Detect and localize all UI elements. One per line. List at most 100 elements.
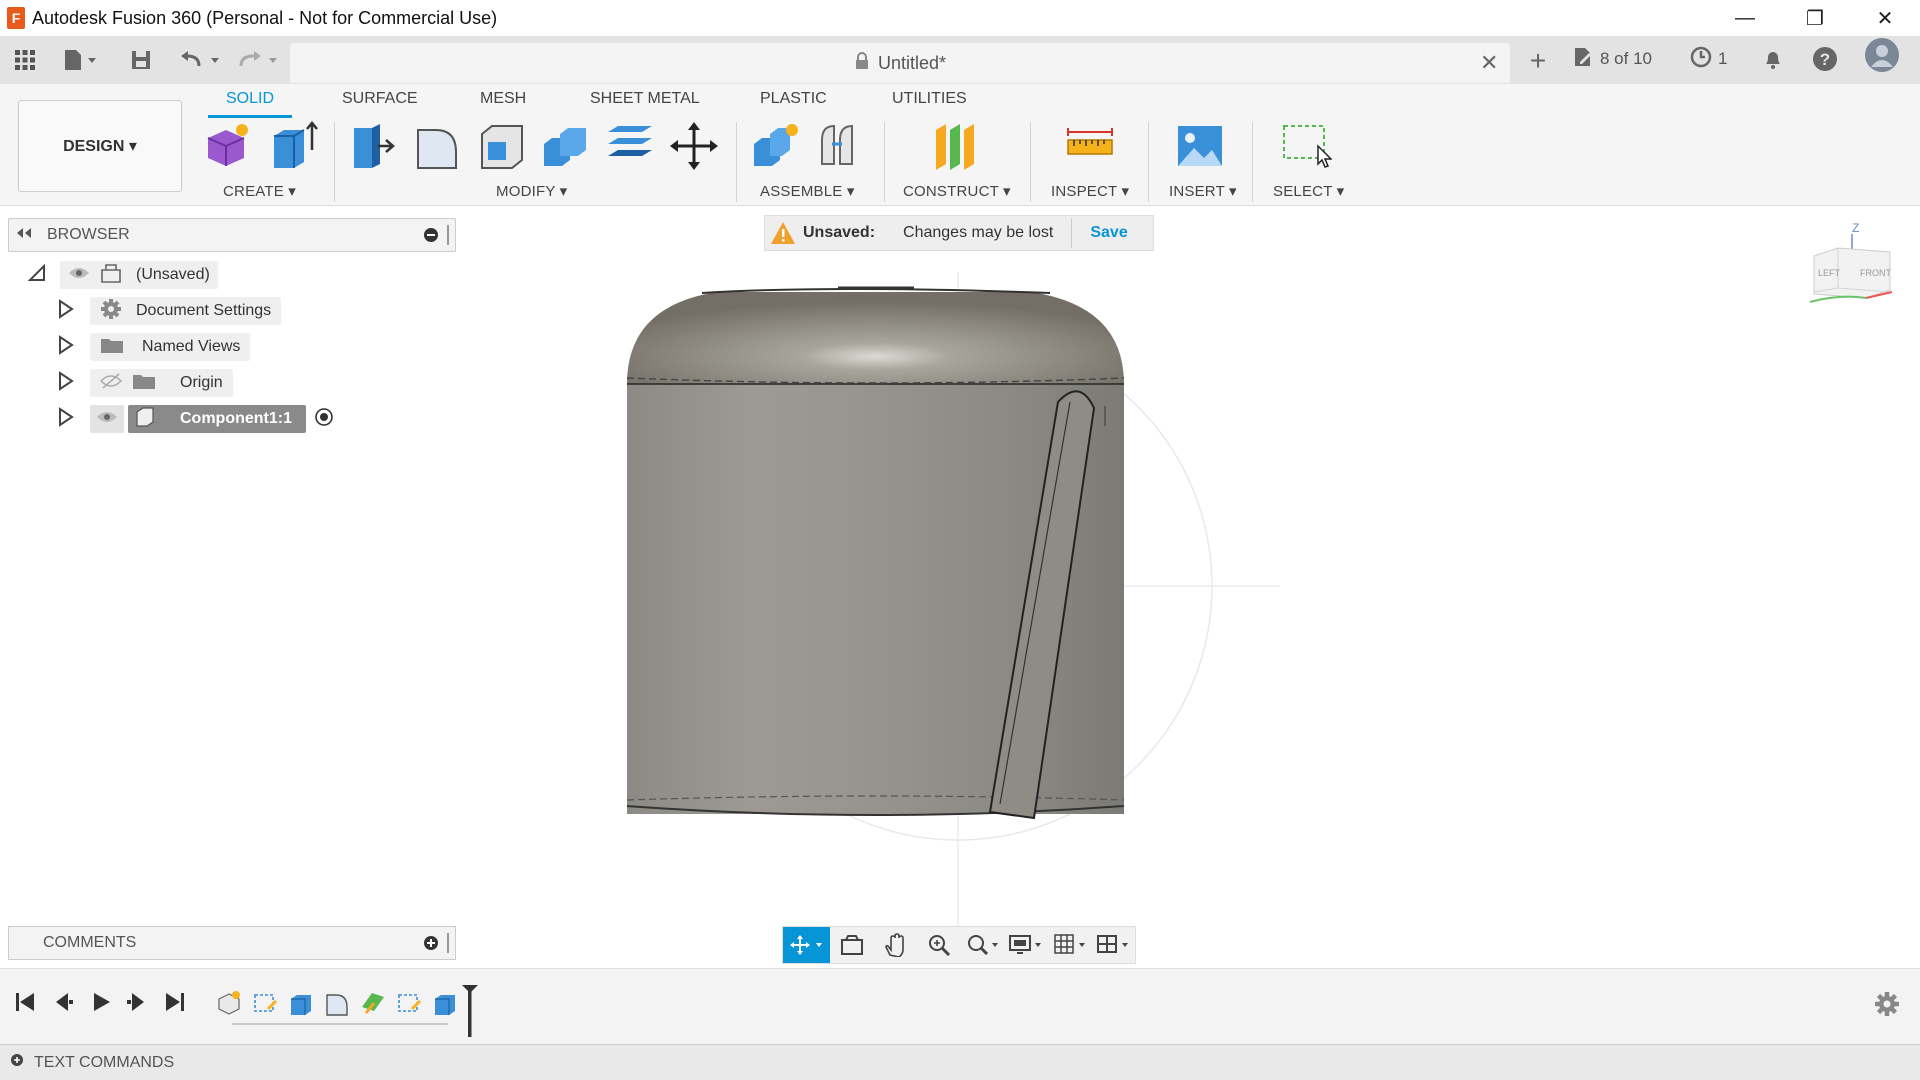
save-icon[interactable] [128,46,154,74]
tab-mesh[interactable]: MESH [480,90,526,108]
inspect-menu[interactable]: INSPECT ▾ [1051,182,1129,200]
offset-plane-icon[interactable] [930,120,982,172]
timeline-play-icon[interactable] [90,991,112,1019]
history-timer[interactable]: 1 [1690,44,1727,74]
insert-menu[interactable]: INSERT ▾ [1169,182,1237,200]
job-status-icon [1572,46,1594,73]
toolbar-separator [1148,122,1149,202]
close-document-icon[interactable]: ✕ [1480,50,1498,76]
save-link[interactable]: Save [1090,224,1127,242]
job-status-text: 8 of 10 [1600,49,1652,68]
assemble-menu[interactable]: ASSEMBLE ▾ [760,182,855,200]
new-tab-button[interactable]: + [1520,42,1556,80]
timeline-component-feature-icon[interactable] [216,989,242,1017]
document-title: Untitled* [877,52,947,73]
warning-icon [769,221,797,245]
navigation-bar [782,926,1136,964]
user-avatar[interactable] [1864,38,1900,72]
press-pull-icon[interactable] [348,120,400,172]
unsaved-separator [1071,218,1073,248]
new-assembly-component-icon[interactable] [750,120,802,172]
tab-sheet-metal[interactable]: SHEET METAL [590,90,700,108]
lock-icon [854,52,870,74]
insert-image-icon[interactable] [1174,120,1226,172]
display-settings-icon[interactable] [1004,927,1048,963]
pan-hand-icon[interactable] [874,927,918,963]
close-window-button[interactable]: ✕ [1850,0,1920,36]
orbit-icon[interactable] [783,927,831,963]
comments-panel-header: COMMENTS [8,926,456,960]
fillet-icon[interactable] [412,120,464,172]
viewcube[interactable]: Z LEFT FRONT [1800,220,1900,320]
panel-resize-handle[interactable] [447,933,449,953]
viewcube-front-face[interactable]: FRONT [1860,268,1891,278]
timer-count: 1 [1718,49,1728,68]
canvas-viewport[interactable] [0,206,1920,966]
toolbar-separator [884,122,885,202]
cylinder-body[interactable] [626,286,1125,820]
text-commands-expand-icon[interactable] [10,1053,24,1072]
workspace-switcher[interactable]: DESIGN ▾ [18,100,182,192]
timeline-bar [0,968,1920,1044]
tab-solid[interactable]: SOLID [226,90,274,108]
svg-text:?: ? [1820,50,1830,69]
help-icon[interactable]: ? [1812,44,1838,74]
timeline-next-icon[interactable] [126,991,148,1019]
add-comment-icon[interactable] [423,935,439,956]
notifications-bell-icon[interactable] [1762,44,1784,74]
timeline-fillet-feature-icon[interactable] [324,989,350,1017]
comments-title: COMMENTS [43,934,137,951]
timeline-extrude-feature-icon[interactable] [288,989,314,1017]
toolbar-separator [736,122,737,202]
active-tab-underline [208,115,292,118]
file-menu-icon[interactable] [60,46,104,74]
timeline-marker[interactable] [462,985,478,1044]
timeline-previous-icon[interactable] [52,991,74,1019]
create-menu[interactable]: CREATE ▾ [223,182,296,200]
undo-icon[interactable] [178,46,224,74]
viewcube-left-face[interactable]: LEFT [1818,268,1841,278]
zoom-icon[interactable] [917,927,961,963]
look-at-icon[interactable] [830,927,874,963]
select-box-icon[interactable] [1280,120,1333,172]
toolbar-separator [334,122,335,202]
tab-plastic[interactable]: PLASTIC [760,90,827,108]
timeline-sketch2-feature-icon[interactable] [396,989,422,1017]
grid-settings-icon[interactable] [1048,927,1092,963]
viewports-icon[interactable] [1091,927,1135,963]
combine-icon[interactable] [540,120,592,172]
data-panel-grid-icon[interactable] [12,46,38,74]
job-status[interactable]: 8 of 10 [1572,44,1652,74]
joint-icon[interactable] [814,120,866,172]
axis-z-label: Z [1852,221,1859,235]
minimize-button[interactable]: — [1710,0,1780,36]
move-copy-icon[interactable] [668,120,720,172]
tab-surface[interactable]: SURFACE [342,90,418,108]
text-commands-bar[interactable]: TEXT COMMANDS [0,1044,1920,1080]
timeline-last-icon[interactable] [164,991,186,1019]
tab-utilities[interactable]: UTILITIES [892,90,967,108]
shell-icon[interactable] [476,120,528,172]
restore-button[interactable]: ❐ [1780,0,1850,36]
timeline-extrude2-feature-icon[interactable] [432,989,458,1017]
clock-icon [1690,46,1712,73]
text-commands-title: TEXT COMMANDS [34,1053,175,1071]
timeline-track [232,1023,448,1025]
document-tab[interactable]: Untitled* [290,43,1510,83]
window-controls: — ❐ ✕ [1710,0,1920,36]
measure-icon[interactable] [1064,120,1116,172]
modify-menu[interactable]: MODIFY ▾ [496,182,567,200]
redo-icon[interactable] [236,46,282,74]
construct-menu[interactable]: CONSTRUCT ▾ [903,182,1011,200]
extrude-icon[interactable] [268,120,320,172]
timeline-sketch-feature-icon[interactable] [252,989,278,1017]
select-menu[interactable]: SELECT ▾ [1273,182,1344,200]
timeline-plane-feature-icon[interactable] [360,989,386,1017]
toolbar-separator [1252,122,1253,202]
new-component-icon[interactable] [202,120,254,172]
unsaved-notice: Unsaved: Changes may be lost Save [764,215,1154,251]
fit-zoom-window-icon[interactable] [961,927,1005,963]
timeline-settings-gear-icon[interactable] [1874,991,1900,1022]
offset-face-icon[interactable] [604,120,656,172]
timeline-first-icon[interactable] [14,991,36,1019]
